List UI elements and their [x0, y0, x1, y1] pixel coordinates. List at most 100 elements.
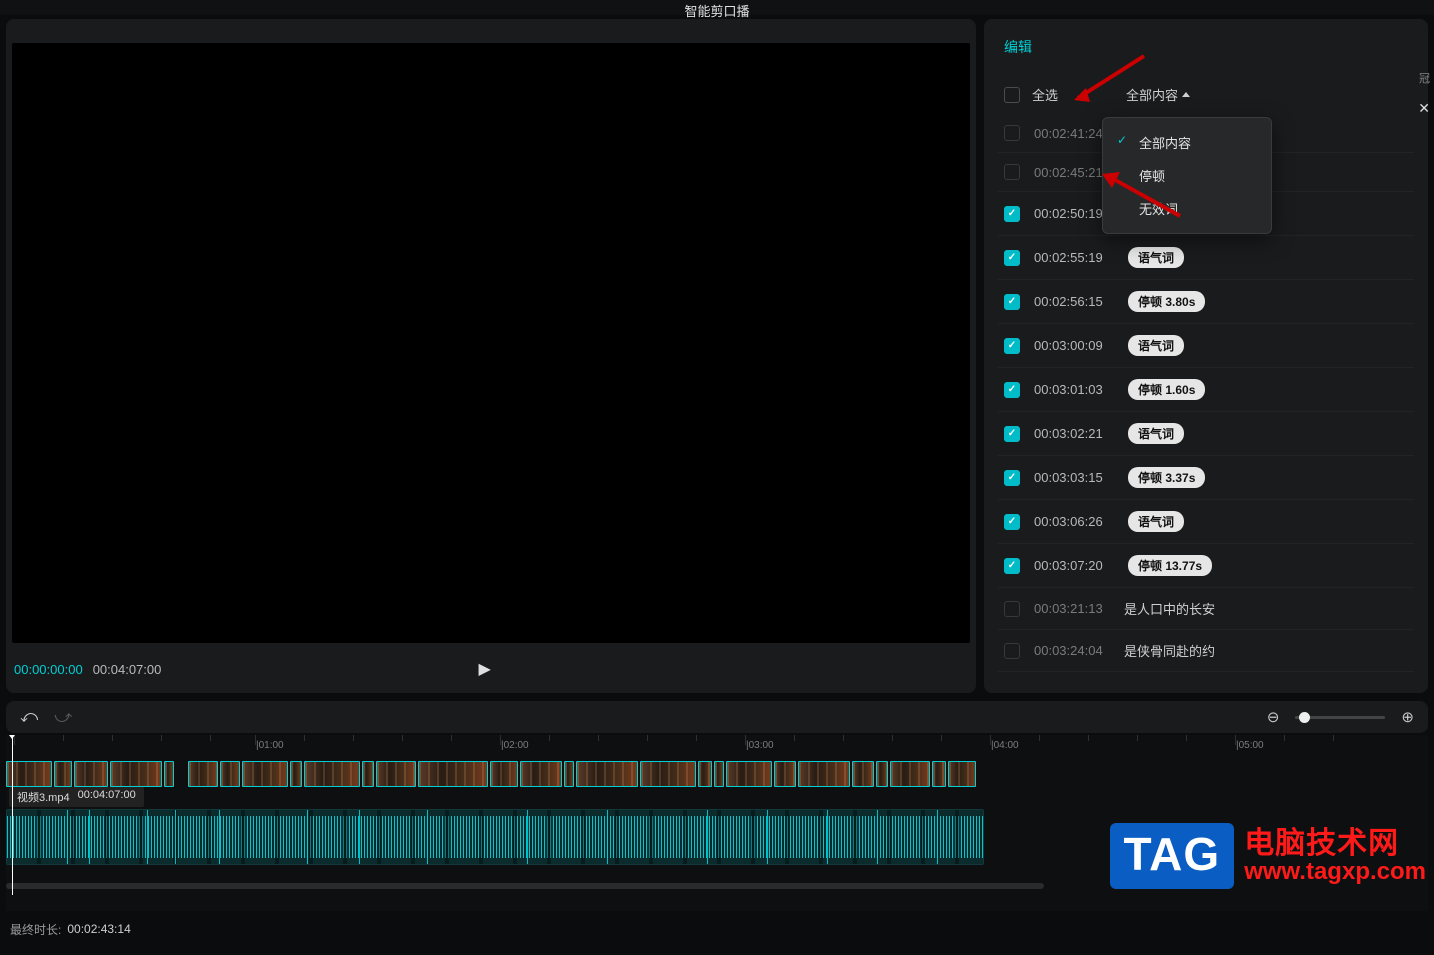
list-item[interactable]: 00:03:21:13 是人口中的长安: [998, 588, 1414, 630]
footer: 最终时长: 00:02:43:14: [0, 911, 1434, 947]
sidebar-header: 全选 全部内容: [998, 85, 1414, 114]
row-timestamp: 00:03:24:04: [1034, 643, 1114, 658]
video-clip[interactable]: [698, 761, 712, 787]
video-clip[interactable]: [890, 761, 930, 787]
row-badge: 停顿 13.77s: [1128, 555, 1212, 576]
video-clip[interactable]: [418, 761, 488, 787]
video-clip[interactable]: [798, 761, 850, 787]
row-badge: 停顿 3.37s: [1128, 467, 1205, 488]
list-item[interactable]: 00:03:00:09 语气词: [998, 324, 1414, 368]
time-ruler[interactable]: |01:00 |02:00 |03:00 |04:00 |05:00: [6, 735, 1428, 757]
final-duration-label: 最终时长:: [10, 921, 61, 938]
play-button[interactable]: ▶: [472, 656, 498, 682]
row-checkbox[interactable]: [1004, 558, 1020, 574]
row-timestamp: 00:03:00:09: [1034, 338, 1114, 353]
video-clip[interactable]: [220, 761, 240, 787]
video-clip[interactable]: [876, 761, 888, 787]
dropdown-item-all[interactable]: 全部内容: [1103, 126, 1271, 159]
video-clip[interactable]: [110, 761, 162, 787]
row-timestamp: 00:03:06:26: [1034, 514, 1114, 529]
timeline-toolbar: ⤺ ⤻ ⊖ ⊕: [6, 701, 1428, 733]
row-timestamp: 00:02:55:19: [1034, 250, 1114, 265]
video-clip[interactable]: [520, 761, 562, 787]
video-clip[interactable]: [714, 761, 724, 787]
select-all-checkbox[interactable]: [1004, 87, 1020, 103]
row-text: 是人口中的长安: [1124, 599, 1215, 618]
list-item[interactable]: 00:03:02:21 语气词: [998, 412, 1414, 456]
dropdown-item-pause[interactable]: 停顿: [1103, 159, 1271, 192]
video-track[interactable]: [6, 759, 1428, 789]
row-badge: 停顿 3.80s: [1128, 291, 1205, 312]
list-item[interactable]: 00:03:06:26 语气词: [998, 500, 1414, 544]
list-item[interactable]: 00:03:01:03 停顿 1.60s: [998, 368, 1414, 412]
sidebar-title: 编辑: [1004, 37, 1414, 57]
list-item[interactable]: 00:02:56:15 停顿 3.80s: [998, 280, 1414, 324]
row-checkbox[interactable]: [1004, 601, 1020, 617]
video-clip[interactable]: [490, 761, 518, 787]
watermark-cn: 电脑技术网: [1244, 828, 1426, 860]
zoom-out-button[interactable]: ⊖: [1267, 708, 1280, 726]
video-clip[interactable]: [376, 761, 416, 787]
redo-button[interactable]: ⤻: [54, 707, 72, 727]
row-checkbox[interactable]: [1004, 294, 1020, 310]
final-duration-value: 00:02:43:14: [67, 922, 130, 936]
video-clip[interactable]: [188, 761, 218, 787]
list-item[interactable]: 00:03:24:04 是侠骨同赴的约: [998, 630, 1414, 672]
list-item[interactable]: 00:02:55:19 语气词: [998, 236, 1414, 280]
filter-label: 全部内容: [1126, 85, 1178, 104]
row-timestamp: 00:03:21:13: [1034, 601, 1114, 616]
row-timestamp: 00:02:56:15: [1034, 294, 1114, 309]
row-badge: 语气词: [1128, 247, 1184, 268]
clip-duration: 00:04:07:00: [78, 789, 136, 805]
playhead[interactable]: [12, 735, 13, 895]
row-checkbox[interactable]: [1004, 125, 1020, 141]
video-clip[interactable]: [362, 761, 374, 787]
row-checkbox[interactable]: [1004, 164, 1020, 180]
close-icon[interactable]: ✕: [1418, 100, 1430, 117]
row-checkbox[interactable]: [1004, 470, 1020, 486]
row-badge: 停顿 1.60s: [1128, 379, 1205, 400]
undo-button[interactable]: ⤺: [20, 707, 38, 727]
video-clip[interactable]: [932, 761, 946, 787]
filter-dropdown-trigger[interactable]: 全部内容: [1126, 85, 1190, 104]
video-clip[interactable]: [564, 761, 574, 787]
video-clip[interactable]: [852, 761, 874, 787]
video-clip[interactable]: [290, 761, 302, 787]
video-clip[interactable]: [164, 761, 174, 787]
video-clip[interactable]: [726, 761, 772, 787]
zoom-in-button[interactable]: ⊕: [1401, 708, 1414, 726]
video-preview[interactable]: [12, 43, 970, 643]
ruler-label: |02:00: [501, 740, 529, 751]
video-clip[interactable]: [242, 761, 288, 787]
row-checkbox[interactable]: [1004, 338, 1020, 354]
watermark: TAG 电脑技术网 www.tagxp.com: [1110, 823, 1427, 889]
scrollbar-thumb[interactable]: [6, 883, 1044, 889]
zoom-slider[interactable]: [1295, 716, 1385, 719]
dropdown-item-invalid[interactable]: 无效词: [1103, 192, 1271, 225]
window-title: 智能剪口播: [684, 1, 749, 20]
clip-name: 视频3.mp4: [17, 789, 70, 805]
zoom-thumb[interactable]: [1299, 712, 1310, 723]
row-checkbox[interactable]: [1004, 643, 1020, 659]
row-checkbox[interactable]: [1004, 426, 1020, 442]
edit-sidebar: 编辑 全选 全部内容 全部内容 停顿 无效词 00:02:41:24 00:02…: [984, 19, 1428, 693]
video-clip[interactable]: [640, 761, 696, 787]
row-checkbox[interactable]: [1004, 514, 1020, 530]
filter-dropdown: 全部内容 停顿 无效词: [1102, 117, 1272, 234]
row-checkbox[interactable]: [1004, 206, 1020, 222]
audio-track[interactable]: [6, 809, 984, 865]
video-clip[interactable]: [774, 761, 796, 787]
list-item[interactable]: 00:03:07:20 停顿 13.77s: [998, 544, 1414, 588]
ruler-label: |01:00: [256, 740, 284, 751]
row-checkbox[interactable]: [1004, 250, 1020, 266]
time-current: 00:00:00:00: [14, 662, 83, 677]
list-item[interactable]: 00:03:03:15 停顿 3.37s: [998, 456, 1414, 500]
row-checkbox[interactable]: [1004, 382, 1020, 398]
video-clip[interactable]: [948, 761, 976, 787]
video-clip[interactable]: [54, 761, 72, 787]
video-clip[interactable]: [576, 761, 638, 787]
video-clip[interactable]: [304, 761, 360, 787]
main-area: 00:00:00:00 00:04:07:00 ▶ 编辑 全选 全部内容 全部内…: [0, 15, 1434, 693]
row-timestamp: 00:03:07:20: [1034, 558, 1114, 573]
video-clip[interactable]: [74, 761, 108, 787]
